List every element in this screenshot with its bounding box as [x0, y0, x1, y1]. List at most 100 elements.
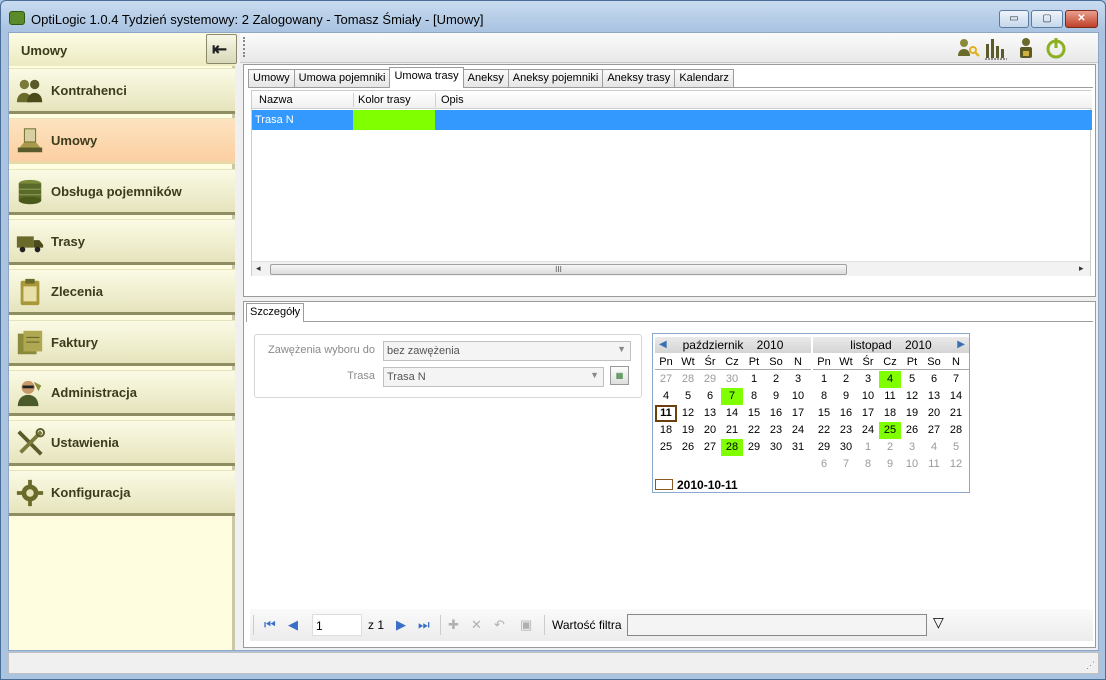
calendar-day[interactable]: 2 [835, 371, 857, 388]
minimize-button[interactable]: ▭ [999, 10, 1029, 28]
delete-icon[interactable]: ✕ [471, 617, 482, 633]
table-row[interactable]: Trasa N [252, 110, 1092, 130]
calendar-day[interactable]: 2 [765, 371, 787, 388]
add-icon[interactable]: ✚ [448, 617, 459, 633]
calendar-day[interactable]: 20 [699, 422, 721, 439]
calendar-day[interactable]: 5 [677, 388, 699, 405]
calendar-day[interactable]: 5 [901, 371, 923, 388]
calendar-day[interactable]: 25 [655, 439, 677, 456]
chevron-down-icon[interactable]: ▼ [617, 344, 626, 354]
calendar-day[interactable]: 8 [743, 388, 765, 405]
calendar-day[interactable]: 26 [677, 439, 699, 456]
tab-umowa-trasy[interactable]: Umowa trasy [389, 67, 464, 88]
calendar-day[interactable]: 9 [765, 388, 787, 405]
chevron-down-icon[interactable]: ▼ [590, 370, 599, 380]
calendar-day[interactable]: 27 [655, 371, 677, 388]
calendar-selected-date[interactable]: 2010-10-11 [655, 478, 738, 492]
scroll-left-icon[interactable]: ◂ [256, 263, 261, 274]
sidebar-item-zlecenia[interactable]: Zlecenia [9, 269, 235, 316]
calendar-day[interactable]: 10 [857, 388, 879, 405]
undo-icon[interactable]: ↶ [494, 617, 505, 633]
calendar-day[interactable]: 12 [901, 388, 923, 405]
calendar-day[interactable]: 4 [923, 439, 945, 456]
calendar-day[interactable]: 28 [945, 422, 967, 439]
calendar-day[interactable]: 10 [787, 388, 809, 405]
calendar-day[interactable]: 17 [857, 405, 879, 422]
calendar-day[interactable]: 1 [857, 439, 879, 456]
calendar-day[interactable]: 16 [835, 405, 857, 422]
calendar-day[interactable]: 24 [787, 422, 809, 439]
calendar-day[interactable]: 20 [923, 405, 945, 422]
calendar-day[interactable]: 18 [879, 405, 901, 422]
narrowing-select[interactable]: bez zawężenia ▼ [383, 341, 631, 361]
calendar-day[interactable]: 27 [699, 439, 721, 456]
calendar-day[interactable]: 1 [743, 371, 765, 388]
horizontal-scrollbar[interactable]: ◂ III ▸ [252, 261, 1090, 276]
sidebar-item-obsługa-pojemników[interactable]: Obsługa pojemników [9, 168, 235, 215]
title-bar[interactable]: OptiLogic 1.0.4 Tydzień systemowy: 2 Zal… [1, 1, 1105, 33]
calendar-day[interactable]: 28 [721, 439, 743, 456]
tab-aneksy[interactable]: Aneksy [462, 69, 509, 88]
tab-umowa-pojemniki[interactable]: Umowa pojemniki [293, 69, 391, 88]
calendar-day[interactable]: 29 [699, 371, 721, 388]
calendar-day[interactable]: 3 [787, 371, 809, 388]
calendar-day[interactable]: 14 [721, 405, 743, 422]
calendar-day[interactable]: 3 [857, 371, 879, 388]
power-icon[interactable] [1044, 36, 1068, 60]
calendar-day[interactable]: 9 [835, 388, 857, 405]
calendar-day[interactable]: 1 [813, 371, 835, 388]
calendar-day[interactable]: 19 [901, 405, 923, 422]
sidebar-item-faktury[interactable]: Faktury [9, 319, 235, 366]
calendar-day[interactable]: 19 [677, 422, 699, 439]
calendar-day[interactable]: 11 [923, 456, 945, 473]
maximize-button[interactable]: ▢ [1031, 10, 1063, 28]
calendar-day[interactable]: 15 [813, 405, 835, 422]
calendar-day[interactable]: 21 [945, 405, 967, 422]
calendar-day[interactable]: 4 [655, 388, 677, 405]
sidebar-item-ustawienia[interactable]: Ustawienia [9, 420, 235, 467]
calendar-day[interactable]: 2 [879, 439, 901, 456]
calendar-day[interactable]: 13 [923, 388, 945, 405]
first-record-icon[interactable]: ⏮ [264, 617, 276, 633]
calendar-day[interactable]: 22 [743, 422, 765, 439]
calendar-day[interactable]: 7 [835, 456, 857, 473]
calendar-day[interactable]: 28 [677, 371, 699, 388]
sidebar-item-umowy[interactable]: Umowy [9, 118, 235, 165]
calendar-day[interactable]: 9 [879, 456, 901, 473]
filter-value-input[interactable] [627, 614, 927, 636]
calendar-day[interactable]: 21 [721, 422, 743, 439]
calendar-day[interactable]: 15 [743, 405, 765, 422]
calendar-day[interactable]: 13 [699, 405, 721, 422]
page-input[interactable]: 1 [312, 614, 362, 636]
calendar-day[interactable]: 30 [721, 371, 743, 388]
calendar-day[interactable]: 29 [743, 439, 765, 456]
calendar-day[interactable]: 23 [835, 422, 857, 439]
calendar-day[interactable]: 3 [901, 439, 923, 456]
calendar-day[interactable]: 30 [765, 439, 787, 456]
calendar-day[interactable]: 24 [857, 422, 879, 439]
calendar-day[interactable]: 11 [655, 405, 677, 422]
close-button[interactable]: ✕ [1065, 10, 1098, 28]
sidebar-item-trasy[interactable]: Trasy [9, 218, 235, 265]
calendar-day[interactable]: 5 [945, 439, 967, 456]
calendar-day[interactable]: 16 [765, 405, 787, 422]
calendar-day[interactable]: 12 [945, 456, 967, 473]
calendar-day[interactable]: 6 [699, 388, 721, 405]
column-separator[interactable] [353, 93, 354, 107]
toolbar-grip[interactable] [243, 37, 245, 57]
calendar-day[interactable]: 4 [879, 371, 901, 388]
funnel-filter-icon[interactable]: ▽ [933, 614, 944, 631]
cell-nazwa[interactable]: Trasa N [255, 114, 294, 126]
calendar-day[interactable]: 30 [835, 439, 857, 456]
collapse-sidebar-button[interactable]: ⇤ [206, 34, 237, 64]
user-lock-icon[interactable] [1014, 36, 1038, 60]
calendar-day[interactable]: 23 [765, 422, 787, 439]
column-header-opis[interactable]: Opis [441, 94, 464, 106]
sidebar-item-kontrahenci[interactable]: Kontrahenci [9, 68, 235, 114]
scroll-right-icon[interactable]: ▸ [1079, 263, 1084, 274]
calendar-day[interactable]: 14 [945, 388, 967, 405]
column-header-nazwa[interactable]: Nazwa [259, 94, 293, 106]
calendar-day[interactable]: 10 [901, 456, 923, 473]
tab-aneksy-pojemniki[interactable]: Aneksy pojemniki [507, 69, 604, 88]
calendar-day[interactable]: 11 [879, 388, 901, 405]
